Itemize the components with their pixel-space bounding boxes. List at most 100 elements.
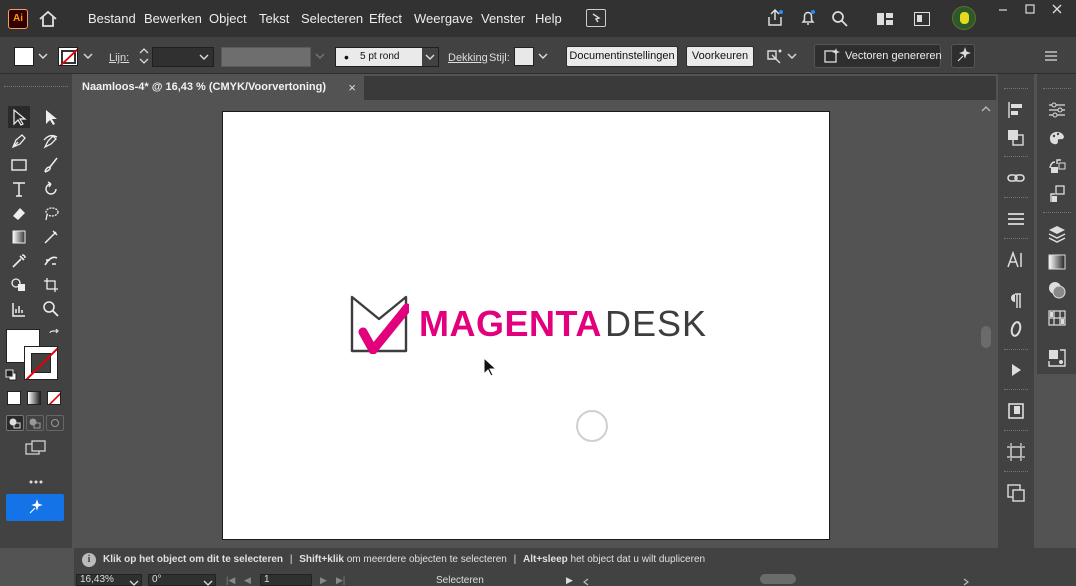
gradient-mode-icon[interactable]: [27, 391, 41, 405]
workspace-switcher-icon[interactable]: [876, 12, 894, 26]
stroke-color-box[interactable]: [24, 346, 58, 380]
zoom-dropdown-icon[interactable]: [129, 576, 139, 586]
profile-dropdown-icon[interactable]: [314, 49, 326, 63]
actions-panel-icon[interactable]: [1006, 360, 1026, 380]
horizontal-scroll-thumb[interactable]: [760, 574, 796, 584]
type-tool-icon[interactable]: [8, 178, 30, 200]
scroll-left-icon[interactable]: [582, 575, 590, 586]
workspace-arrange-icon[interactable]: [586, 9, 606, 27]
notifications-icon[interactable]: [799, 9, 817, 27]
document-tab[interactable]: Naamloos-4* @ 16,43 % (CMYK/Voorvertonin…: [74, 76, 364, 100]
stroke-swatch[interactable]: [58, 47, 78, 66]
menu-object[interactable]: Object: [209, 11, 247, 26]
shape-builder-tool-icon[interactable]: [8, 274, 30, 296]
recolor-icon[interactable]: [764, 47, 784, 67]
menu-venster[interactable]: Venster: [481, 11, 525, 26]
properties-panel-icon[interactable]: [1047, 100, 1067, 120]
user-avatar[interactable]: [952, 6, 976, 30]
draw-mode-behind-icon[interactable]: [26, 415, 44, 431]
rotate-tool-icon[interactable]: [40, 178, 62, 200]
artboards-panel-icon[interactable]: [1006, 442, 1026, 462]
eraser-tool-icon[interactable]: [8, 202, 30, 224]
swatches-panel-icon[interactable]: [1047, 308, 1067, 328]
opacity-label[interactable]: Dekking: [448, 52, 488, 64]
transform-panel-icon[interactable]: [1006, 483, 1026, 503]
stroke-dropdown-icon[interactable]: [82, 49, 94, 63]
menu-weergave[interactable]: Weergave: [414, 11, 473, 26]
artboard[interactable]: MAGENTA DESK: [222, 111, 830, 540]
artboard-tool-icon[interactable]: [40, 274, 62, 296]
color-mode-icon[interactable]: [7, 391, 21, 405]
magentadesk-logo[interactable]: MAGENTA DESK: [349, 294, 709, 354]
last-artboard-icon[interactable]: ▶|: [336, 575, 346, 585]
libraries-panel-icon[interactable]: [1006, 401, 1026, 421]
maximize-button[interactable]: [1017, 0, 1043, 18]
lasso-tool-icon[interactable]: [40, 202, 62, 224]
generative-ai-button[interactable]: [6, 494, 64, 521]
scroll-up-icon[interactable]: [981, 102, 991, 112]
close-window-button[interactable]: [1044, 0, 1070, 18]
blend-tool-icon[interactable]: [40, 250, 62, 272]
generative-pin-icon[interactable]: [951, 44, 975, 68]
gradient-panel-icon[interactable]: [1047, 252, 1067, 272]
default-colors-icon[interactable]: [5, 369, 17, 381]
selection-tool-icon[interactable]: [8, 106, 30, 128]
graphic-style-swatch[interactable]: [514, 47, 534, 66]
next-artboard-icon[interactable]: ▶: [320, 575, 328, 585]
menu-effect[interactable]: Effect: [369, 11, 402, 26]
menu-help[interactable]: Help: [535, 11, 562, 26]
zoom-tool-icon[interactable]: [40, 298, 62, 320]
draw-mode-inside-icon[interactable]: [46, 415, 64, 431]
minimize-button[interactable]: [990, 0, 1016, 18]
layers-panel-icon[interactable]: [1047, 224, 1067, 244]
character-panel-icon[interactable]: [1006, 250, 1026, 270]
paragraph-panel-icon[interactable]: [1006, 291, 1026, 311]
home-icon[interactable]: [38, 10, 58, 28]
style-dropdown-icon[interactable]: [537, 49, 549, 63]
paintbrush-tool-icon[interactable]: [40, 154, 62, 176]
rotate-dropdown-icon[interactable]: [203, 576, 213, 586]
gradient-tool-icon[interactable]: [8, 226, 30, 248]
appearance-panel-icon[interactable]: [1047, 280, 1067, 300]
vertical-scrollbar[interactable]: [978, 100, 994, 568]
swap-colors-icon[interactable]: [48, 328, 60, 341]
chart-tool-icon[interactable]: [8, 298, 30, 320]
control-bar-menu-icon[interactable]: [1044, 50, 1058, 62]
prev-artboard-icon[interactable]: ◀: [244, 575, 252, 585]
symbols-panel-icon[interactable]: [1047, 156, 1067, 176]
menu-selecteren[interactable]: Selecteren: [301, 11, 363, 26]
pathfinder-panel-icon[interactable]: [1006, 128, 1026, 148]
horizontal-scrollbar[interactable]: [580, 573, 974, 586]
none-mode-icon[interactable]: [47, 391, 61, 405]
curvature-tool-icon[interactable]: [40, 130, 62, 152]
generate-vectors-button[interactable]: Vectoren genereren: [814, 44, 942, 68]
stroke-weight-stepper[interactable]: [137, 46, 151, 66]
asset-export-panel-icon[interactable]: [1047, 348, 1067, 368]
color-panel-icon[interactable]: [1047, 128, 1067, 148]
mesh-tool-icon[interactable]: [40, 226, 62, 248]
stroke-panel-icon[interactable]: [1006, 209, 1026, 229]
vertical-scroll-thumb[interactable]: [981, 326, 991, 348]
rectangle-tool-icon[interactable]: [8, 154, 30, 176]
scroll-right-icon[interactable]: [962, 575, 970, 586]
recolor-dropdown-icon[interactable]: [786, 49, 798, 63]
eyedropper-tool-icon[interactable]: [8, 250, 30, 272]
search-icon[interactable]: [831, 10, 849, 28]
first-artboard-icon[interactable]: |◀: [226, 575, 236, 585]
brush-definition-field[interactable]: • 5 pt rond: [335, 47, 439, 67]
menu-tekst[interactable]: Tekst: [259, 11, 289, 26]
opentype-panel-icon[interactable]: [1006, 319, 1026, 339]
direct-selection-tool-icon[interactable]: [40, 106, 62, 128]
share-icon[interactable]: [766, 8, 784, 27]
stroke-weight-field[interactable]: [152, 47, 214, 67]
brushes-panel-icon[interactable]: [1047, 184, 1067, 204]
preferences-button[interactable]: Voorkeuren: [686, 46, 754, 67]
fill-swatch[interactable]: [14, 47, 34, 66]
screen-mode-icon[interactable]: [25, 440, 47, 456]
variable-width-profile[interactable]: [221, 47, 311, 67]
draw-mode-normal-icon[interactable]: [6, 415, 24, 431]
fill-dropdown-icon[interactable]: [37, 49, 49, 63]
links-panel-icon[interactable]: [1006, 168, 1026, 188]
edit-toolbar-icon[interactable]: [28, 474, 44, 484]
close-tab-icon[interactable]: ×: [348, 80, 356, 95]
